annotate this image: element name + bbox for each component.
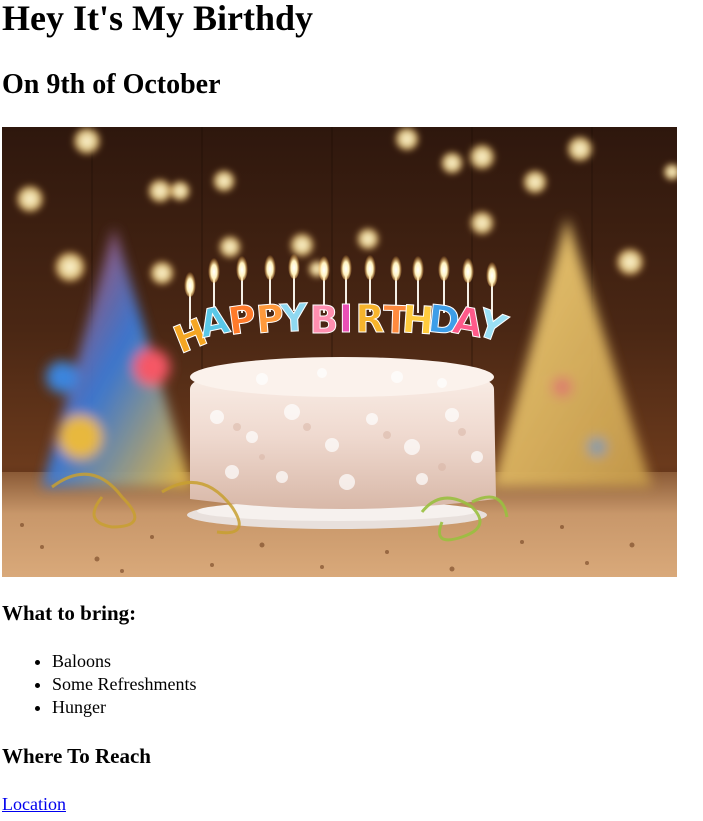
candle-flame [364,252,376,280]
birthday-cake-image: HAPPY B I RTHDAY [2,127,677,577]
candle-flame [288,251,300,279]
candle-flame [412,253,424,281]
candle-flame [184,269,196,297]
page-title: Hey It's My Birthdy [2,0,313,38]
candle-flame [486,259,498,287]
location-link[interactable]: Location [2,793,66,816]
candle-letter: Y [278,295,309,340]
candle-letter: B [310,298,339,342]
list-item: Hunger [52,696,196,719]
candle-letter: I [339,297,353,341]
bring-heading: What to bring: [2,601,137,625]
candle-flame [208,255,220,283]
list-item: Baloons [52,650,196,673]
page-subtitle: On 9th of October [2,69,221,100]
candle-flame [462,255,474,283]
candle-flame [340,252,352,280]
candle-flame [318,253,330,281]
reach-heading: Where To Reach [2,744,151,768]
list-item: Some Refreshments [52,673,196,696]
candle-flame [236,253,248,281]
candle-flame [264,252,276,280]
candle-flame [390,253,402,281]
candle-letter: R [355,297,384,341]
candle-flame [438,253,450,281]
bring-list: Baloons Some Refreshments Hunger [2,650,196,719]
